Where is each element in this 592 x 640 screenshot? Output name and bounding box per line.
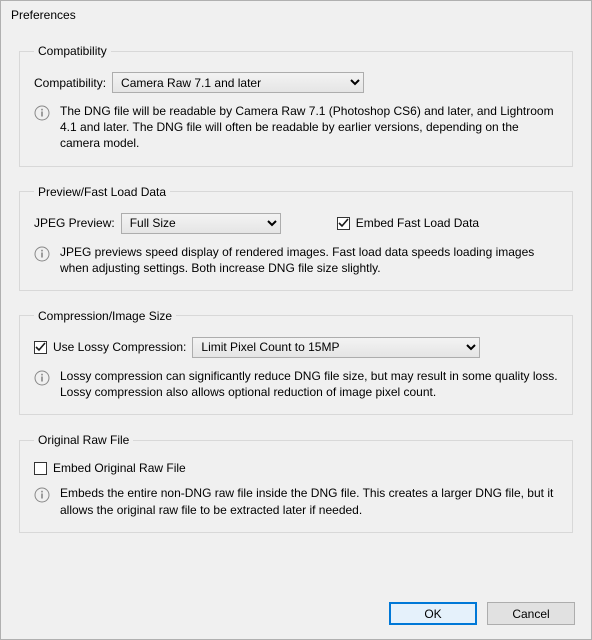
group-compression: Compression/Image Size Use Lossy Compres… xyxy=(19,309,573,415)
use-lossy-label: Use Lossy Compression: xyxy=(53,340,186,354)
embed-original-label: Embed Original Raw File xyxy=(53,461,186,475)
content-area: Compatibility Compatibility: Camera Raw … xyxy=(1,22,591,533)
pixel-limit-select[interactable]: Limit Pixel Count to 15MP xyxy=(192,337,480,358)
group-original: Original Raw File Embed Original Raw Fil… xyxy=(19,433,573,532)
info-icon xyxy=(34,370,50,386)
jpeg-preview-select[interactable]: Full Size xyxy=(121,213,281,234)
ok-button[interactable]: OK xyxy=(389,602,477,625)
window-title: Preferences xyxy=(1,1,591,22)
group-original-legend: Original Raw File xyxy=(34,433,133,447)
checkbox-box xyxy=(337,217,350,230)
compression-info-text: Lossy compression can significantly redu… xyxy=(60,368,558,400)
preferences-window: Preferences Compatibility Compatibility:… xyxy=(0,0,592,640)
info-icon xyxy=(34,487,50,503)
use-lossy-checkbox[interactable]: Use Lossy Compression: xyxy=(34,340,186,354)
checkbox-box xyxy=(34,462,47,475)
compatibility-select[interactable]: Camera Raw 7.1 and later xyxy=(112,72,364,93)
preview-info-text: JPEG previews speed display of rendered … xyxy=(60,244,558,276)
group-preview-legend: Preview/Fast Load Data xyxy=(34,185,170,199)
group-compression-legend: Compression/Image Size xyxy=(34,309,176,323)
compatibility-info-text: The DNG file will be readable by Camera … xyxy=(60,103,558,152)
info-icon xyxy=(34,246,50,262)
jpeg-preview-label: JPEG Preview: xyxy=(34,216,115,230)
cancel-button[interactable]: Cancel xyxy=(487,602,575,625)
embed-fast-load-label: Embed Fast Load Data xyxy=(356,216,479,230)
checkbox-box xyxy=(34,341,47,354)
compatibility-label: Compatibility: xyxy=(34,76,106,90)
group-preview: Preview/Fast Load Data JPEG Preview: Ful… xyxy=(19,185,573,291)
button-bar: OK Cancel xyxy=(389,602,575,625)
group-compatibility-legend: Compatibility xyxy=(34,44,111,58)
info-icon xyxy=(34,105,50,121)
embed-original-checkbox[interactable]: Embed Original Raw File xyxy=(34,461,186,475)
original-info-text: Embeds the entire non-DNG raw file insid… xyxy=(60,485,558,517)
group-compatibility: Compatibility Compatibility: Camera Raw … xyxy=(19,44,573,167)
embed-fast-load-checkbox[interactable]: Embed Fast Load Data xyxy=(337,216,479,230)
